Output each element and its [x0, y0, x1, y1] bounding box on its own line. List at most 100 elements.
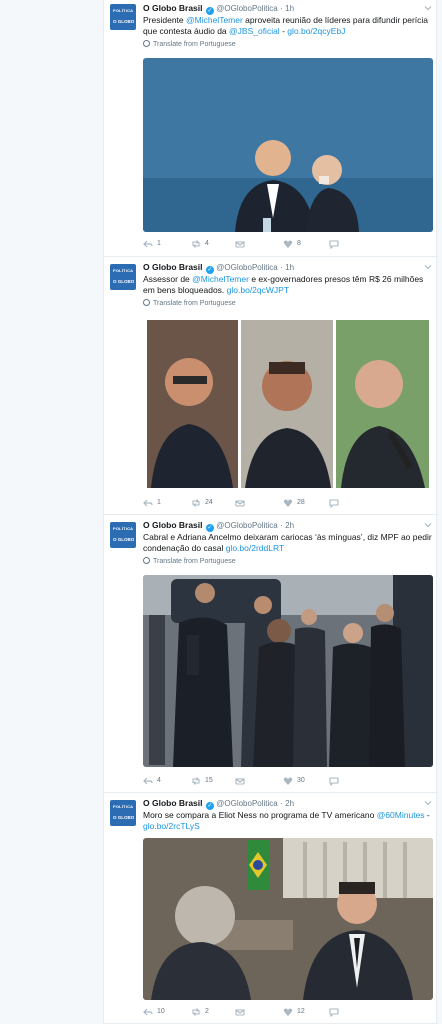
retweet-icon	[192, 499, 200, 507]
tweet-actions: 4 15 30	[143, 775, 433, 787]
retweet-count: 2	[205, 1008, 209, 1016]
tweet-photo[interactable]	[143, 58, 433, 232]
author-name[interactable]: O Globo Brasil	[143, 262, 203, 272]
tweet-timestamp[interactable]: 1h	[285, 263, 294, 272]
separator-dot: ·	[280, 799, 283, 808]
chevron-down-icon[interactable]	[424, 263, 432, 271]
like-count: 12	[297, 1008, 305, 1016]
message-button[interactable]	[329, 238, 339, 250]
retweet-count: 4	[205, 240, 209, 248]
retweet-button[interactable]: 2	[191, 1006, 209, 1018]
retweet-count: 24	[205, 499, 213, 507]
dm-icon	[235, 1009, 245, 1016]
retweet-button[interactable]: 24	[191, 497, 213, 509]
tweet-content: O Globo Brasil ✓ @OGloboPolitica · 2h Ca…	[143, 520, 432, 566]
globe-icon	[143, 556, 150, 564]
reply-button[interactable]: 4	[143, 775, 161, 787]
dm-share-button[interactable]	[235, 775, 245, 787]
reply-count: 1	[157, 499, 161, 507]
like-button[interactable]: 12	[283, 1006, 305, 1018]
tweet-text: Assessor de @MichelTemer e ex-governador…	[143, 274, 424, 296]
avatar[interactable]: POLÍTICA O GLOBO	[110, 264, 136, 290]
author-handle[interactable]: @OGloboPolitica	[216, 4, 277, 13]
like-count: 8	[297, 240, 301, 248]
tweet-3[interactable]: POLÍTICA O GLOBO O Globo Brasil ✓ @OGlob…	[104, 515, 438, 793]
avatar[interactable]: POLÍTICA O GLOBO	[110, 4, 136, 30]
like-button[interactable]: 8	[283, 238, 301, 250]
mention-link[interactable]: @MichelTemer	[186, 15, 243, 25]
chevron-down-icon[interactable]	[424, 799, 432, 807]
reply-button[interactable]: 1	[143, 238, 161, 250]
message-button[interactable]	[329, 1006, 339, 1018]
like-icon	[283, 240, 293, 248]
reply-count: 4	[157, 777, 161, 785]
dm-share-button[interactable]	[235, 1006, 245, 1018]
tweet-header: O Globo Brasil ✓ @OGloboPolitica · 1h	[143, 3, 432, 15]
tweet-photo-collage[interactable]	[143, 320, 433, 488]
reply-button[interactable]: 10	[143, 1006, 165, 1018]
tweet-header: O Globo Brasil ✓ @OGloboPolitica · 2h	[143, 798, 432, 810]
translate-link[interactable]: Translate from Portuguese	[143, 556, 432, 566]
url-link[interactable]: glo.bo/2qcWJPT	[227, 285, 289, 295]
avatar[interactable]: POLÍTICA O GLOBO	[110, 522, 136, 548]
separator-dot: ·	[280, 521, 283, 530]
separator-dot: ·	[280, 4, 283, 13]
author-name[interactable]: O Globo Brasil	[143, 798, 203, 808]
tweet-timestamp[interactable]: 2h	[285, 521, 294, 530]
translate-link[interactable]: Translate from Portuguese	[143, 298, 432, 308]
mention-link[interactable]: @60Minutes	[377, 810, 425, 820]
verified-icon: ✓	[205, 266, 214, 274]
tweet-2[interactable]: POLÍTICA O GLOBO O Globo Brasil ✓ @OGlob…	[104, 257, 438, 515]
message-button[interactable]	[329, 497, 339, 509]
tweet-actions: 1 24 28	[143, 497, 433, 509]
verified-icon: ✓	[205, 802, 214, 810]
author-name[interactable]: O Globo Brasil	[143, 520, 203, 530]
dm-share-button[interactable]	[235, 238, 245, 250]
reply-count: 10	[157, 1008, 165, 1016]
url-link[interactable]: glo.bo/2rddLRT	[226, 543, 284, 553]
url-link[interactable]: glo.bo/2rcTLyS	[143, 821, 200, 831]
translate-link[interactable]: Translate from Portuguese	[143, 39, 432, 49]
tweet-timestamp[interactable]: 1h	[285, 4, 294, 13]
tweet-4[interactable]: POLÍTICA O GLOBO O Globo Brasil ✓ @OGlob…	[104, 793, 438, 1024]
chevron-down-icon[interactable]	[424, 4, 432, 12]
retweet-button[interactable]: 4	[191, 238, 209, 250]
tweet-actions: 1 4 8	[143, 238, 433, 250]
dm-share-button[interactable]	[235, 497, 245, 509]
verified-icon: ✓	[205, 524, 214, 532]
like-button[interactable]: 28	[283, 497, 305, 509]
like-count: 30	[297, 777, 305, 785]
like-icon	[283, 499, 293, 507]
url-link[interactable]: glo.bo/2qcyEbJ	[287, 26, 345, 36]
like-icon	[283, 1008, 293, 1016]
chevron-down-icon[interactable]	[424, 521, 432, 529]
tweet-header: O Globo Brasil ✓ @OGloboPolitica · 2h	[143, 520, 432, 532]
retweet-icon	[192, 1008, 200, 1016]
tweet-1[interactable]: POLÍTICA O GLOBO O Globo Brasil ✓ @OGlob…	[104, 0, 438, 257]
mention-link[interactable]: @JBS_oficial	[229, 26, 280, 36]
mention-link[interactable]: @MichelTemer	[192, 274, 249, 284]
tweet-actions: 10 2 12	[143, 1006, 433, 1018]
reply-button[interactable]: 1	[143, 497, 161, 509]
author-handle[interactable]: @OGloboPolitica	[216, 799, 277, 808]
reply-icon	[143, 240, 153, 248]
dm-icon	[329, 240, 339, 249]
author-name[interactable]: O Globo Brasil	[143, 3, 203, 13]
message-button[interactable]	[329, 775, 339, 787]
author-handle[interactable]: @OGloboPolitica	[216, 263, 277, 272]
tweet-photo[interactable]	[143, 838, 433, 1000]
tweet-timestamp[interactable]: 2h	[285, 799, 294, 808]
avatar[interactable]: POLÍTICA O GLOBO	[110, 800, 136, 826]
tweet-text: Cabral e Adriana Ancelmo deixaram carioc…	[143, 532, 432, 554]
tweet-photo[interactable]	[143, 575, 433, 767]
dm-icon	[235, 778, 245, 785]
author-handle[interactable]: @OGloboPolitica	[216, 521, 277, 530]
tweet-content: O Globo Brasil ✓ @OGloboPolitica · 2h Mo…	[143, 798, 432, 833]
like-button[interactable]: 30	[283, 775, 305, 787]
like-count: 28	[297, 499, 305, 507]
verified-icon: ✓	[205, 7, 214, 15]
retweet-icon	[192, 240, 200, 248]
tweet-header: O Globo Brasil ✓ @OGloboPolitica · 1h	[143, 262, 432, 274]
retweet-button[interactable]: 15	[191, 775, 213, 787]
reply-count: 1	[157, 240, 161, 248]
